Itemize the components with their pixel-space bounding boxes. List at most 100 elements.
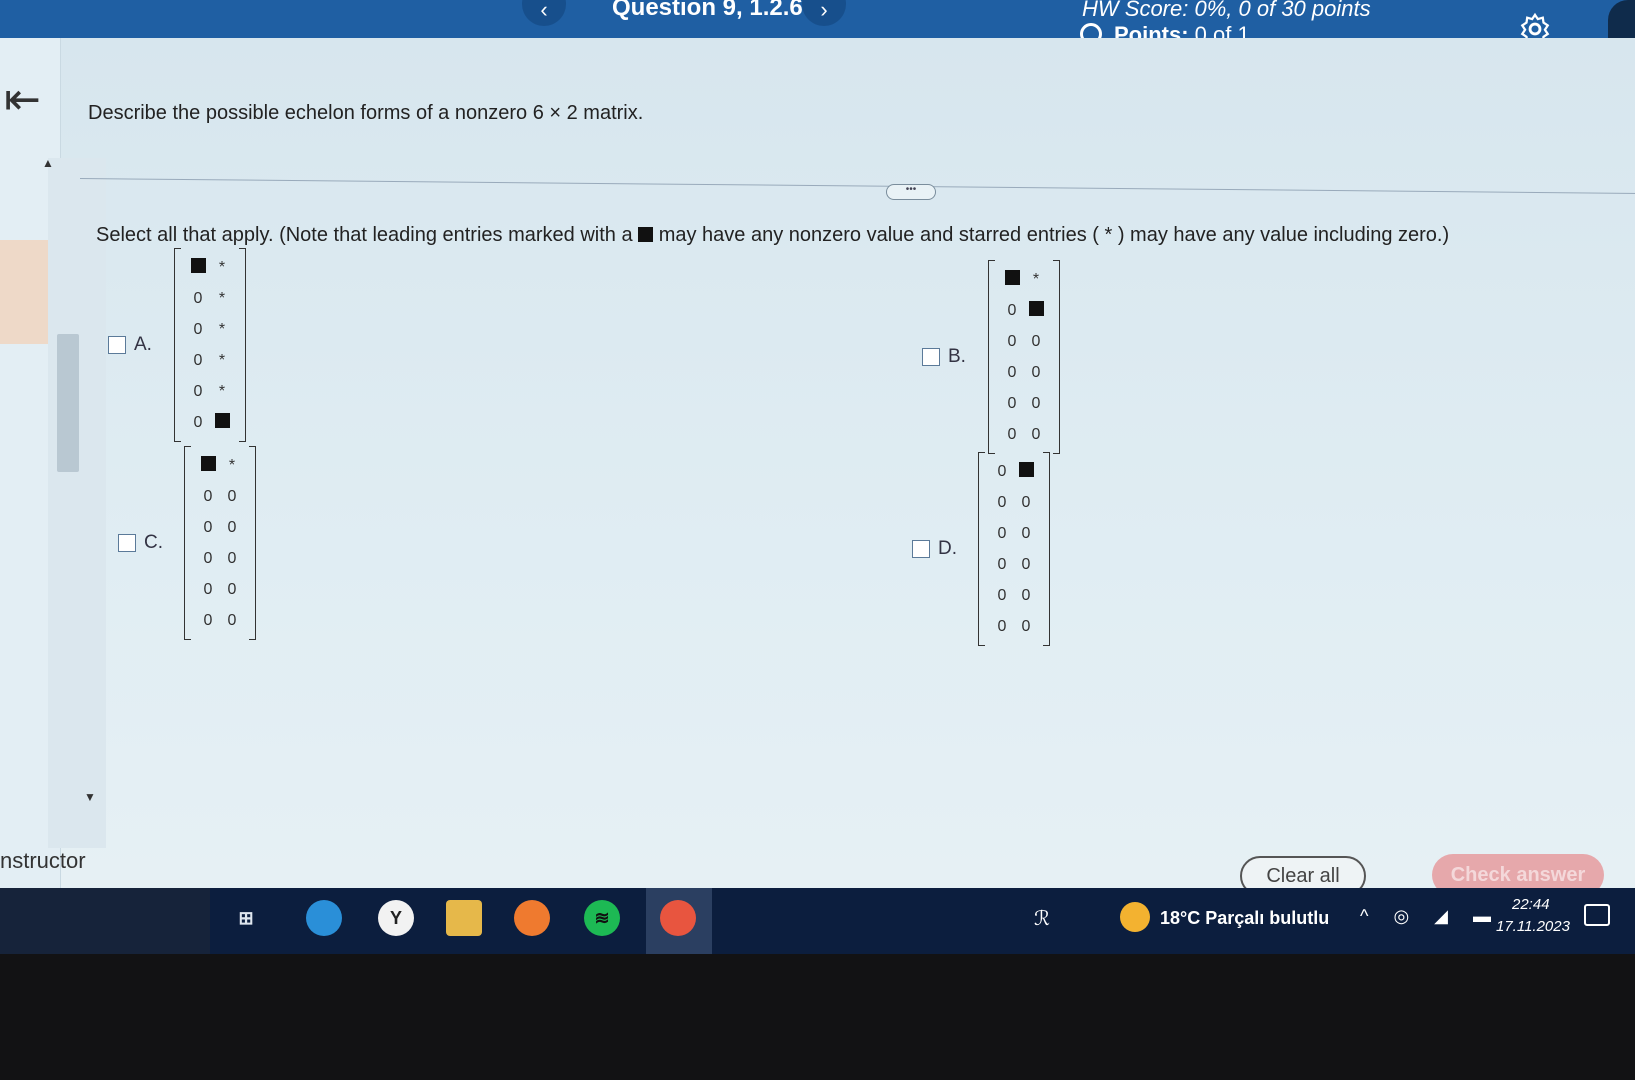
matrix-row: *: [196, 450, 244, 481]
matrix-row: 0 *: [186, 376, 234, 407]
file-explorer-icon[interactable]: [446, 900, 482, 936]
matrix-entry: 0: [1021, 617, 1031, 635]
option-a[interactable]: A. * 0 * 0 * 0 * 0 * 0: [108, 248, 246, 442]
matrix-entry: 0: [227, 518, 237, 536]
option-a-checkbox[interactable]: [108, 336, 126, 354]
resize-handle[interactable]: •••: [886, 184, 936, 200]
spotify-icon[interactable]: ≋: [584, 900, 620, 936]
matrix-entry: *: [228, 456, 236, 474]
question-prompt: Describe the possible echelon forms of a…: [88, 102, 644, 124]
matrix-row: 00: [196, 574, 244, 605]
matrix-row: 00: [990, 549, 1038, 580]
matrix-entry: 0: [1021, 586, 1031, 604]
instruction-before: Select all that apply. (Note that leadin…: [96, 224, 639, 246]
matrix-entry: *: [1032, 270, 1040, 288]
weather-text[interactable]: 18°C Parçalı bulutlu: [1160, 908, 1329, 929]
next-question-button[interactable]: ›: [802, 0, 846, 26]
matrix-entry: 0: [193, 351, 203, 369]
option-c[interactable]: C. * 0 0 0 0 0 0 0 0 0 0: [118, 446, 256, 640]
chrome-icon[interactable]: [660, 900, 696, 936]
task-view-icon[interactable]: ⊞: [228, 900, 264, 936]
option-b-matrix: * 0 0 0 0 0 0 0 0 0: [988, 260, 1060, 454]
leading-entry-square-icon: [638, 227, 654, 242]
matrix-row: 0: [990, 456, 1038, 487]
matrix-row: 00: [1000, 357, 1048, 388]
matrix-row: 0: [186, 407, 234, 438]
matrix-entry: 0: [193, 289, 203, 307]
leading-entry-square-icon: [1000, 269, 1024, 290]
next-arrow-icon: ›: [820, 0, 828, 22]
matrix-entry: 0: [1007, 332, 1017, 350]
matrix-row: 00: [196, 481, 244, 512]
matrix-entry: *: [218, 258, 226, 276]
yandex-browser-icon[interactable]: Y: [378, 900, 414, 936]
matrix-row: 00: [196, 605, 244, 636]
matrix-entry: 0: [227, 487, 237, 505]
matrix-row: 00: [990, 611, 1038, 642]
question-title: Question 9, 1.2.6: [612, 0, 803, 21]
matrix-entry: 0: [1031, 363, 1041, 381]
leading-entry-square-icon: [1024, 300, 1048, 321]
firefox-icon[interactable]: [514, 900, 550, 936]
matrix-entry: 0: [1007, 301, 1017, 319]
back-to-list-icon[interactable]: ⇤: [4, 78, 41, 122]
matrix-entry: 0: [203, 611, 213, 629]
option-b[interactable]: B. * 0 0 0 0 0 0 0 0 0: [922, 260, 1060, 454]
option-c-matrix: * 0 0 0 0 0 0 0 0 0 0: [184, 446, 256, 640]
option-c-checkbox[interactable]: [118, 534, 136, 552]
matrix-row: 00: [1000, 388, 1048, 419]
divider: [79, 178, 1635, 194]
matrix-entry: 0: [1031, 425, 1041, 443]
matrix-entry: 0: [227, 549, 237, 567]
edge-browser-icon[interactable]: [306, 900, 342, 936]
prev-question-button[interactable]: ‹: [522, 0, 566, 26]
matrix-entry: 0: [997, 524, 1007, 542]
matrix-row: 0 *: [186, 345, 234, 376]
matrix-entry: 0: [1007, 394, 1017, 412]
matrix-entry: 0: [203, 549, 213, 567]
matrix-entry: *: [218, 289, 226, 307]
matrix-entry: 0: [997, 555, 1007, 573]
option-a-label: A.: [134, 334, 152, 355]
instruction-text: Select all that apply. (Note that leadin…: [96, 224, 1449, 247]
matrix-entry: 0: [193, 382, 203, 400]
sidebar-highlight: [0, 240, 48, 344]
people-icon[interactable]: ℛ: [1034, 906, 1050, 931]
matrix-entry: 0: [203, 580, 213, 598]
leading-entry-square-icon: [186, 257, 210, 278]
leading-entry-square-icon: [196, 455, 220, 476]
option-a-matrix: * 0 * 0 * 0 * 0 * 0: [174, 248, 246, 442]
scroll-down-icon[interactable]: ▼: [84, 790, 96, 804]
scroll-up-icon[interactable]: ▲: [42, 156, 54, 170]
option-c-label: C.: [144, 532, 163, 553]
matrix-entry: 0: [203, 518, 213, 536]
matrix-entry: 0: [997, 586, 1007, 604]
prev-arrow-icon: ‹: [540, 0, 548, 22]
scrollbar-thumb[interactable]: [57, 334, 79, 472]
notification-icon[interactable]: [1584, 904, 1610, 926]
option-d-checkbox[interactable]: [912, 540, 930, 558]
matrix-row: 00: [1000, 326, 1048, 357]
weather-icon[interactable]: [1120, 902, 1150, 932]
matrix-entry: 0: [193, 320, 203, 338]
matrix-entry: 0: [1007, 363, 1017, 381]
matrix-entry: 0: [997, 617, 1007, 635]
option-b-label: B.: [948, 346, 966, 367]
matrix-row: 00: [1000, 419, 1048, 450]
clock-date[interactable]: 17.11.2023: [1496, 918, 1570, 935]
matrix-entry: *: [218, 382, 226, 400]
matrix-row: *: [186, 252, 234, 283]
matrix-row: 0: [1000, 295, 1048, 326]
question-panel: ⇤ ▲ ▼ nstructor Describe the possible ec…: [0, 38, 1635, 896]
matrix-row: 00: [990, 487, 1038, 518]
matrix-entry: 0: [1031, 394, 1041, 412]
system-tray-icons[interactable]: ^ ◎ ◢ ▬: [1360, 906, 1501, 927]
matrix-row: 00: [196, 512, 244, 543]
option-b-checkbox[interactable]: [922, 348, 940, 366]
option-d[interactable]: D. 00000000000: [912, 452, 1050, 646]
matrix-entry: 0: [227, 580, 237, 598]
matrix-entry: 0: [227, 611, 237, 629]
matrix-entry: 0: [997, 493, 1007, 511]
clock-time[interactable]: 22:44: [1512, 896, 1550, 913]
option-d-label: D.: [938, 538, 957, 559]
